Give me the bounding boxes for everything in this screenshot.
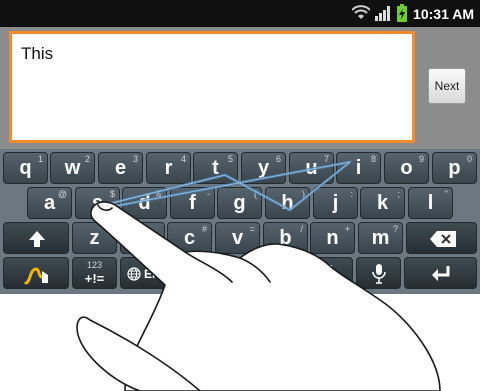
swipe-trace (99, 160, 352, 212)
hand-illustration (76, 201, 441, 391)
swipe-trace-overlay (76, 160, 441, 391)
